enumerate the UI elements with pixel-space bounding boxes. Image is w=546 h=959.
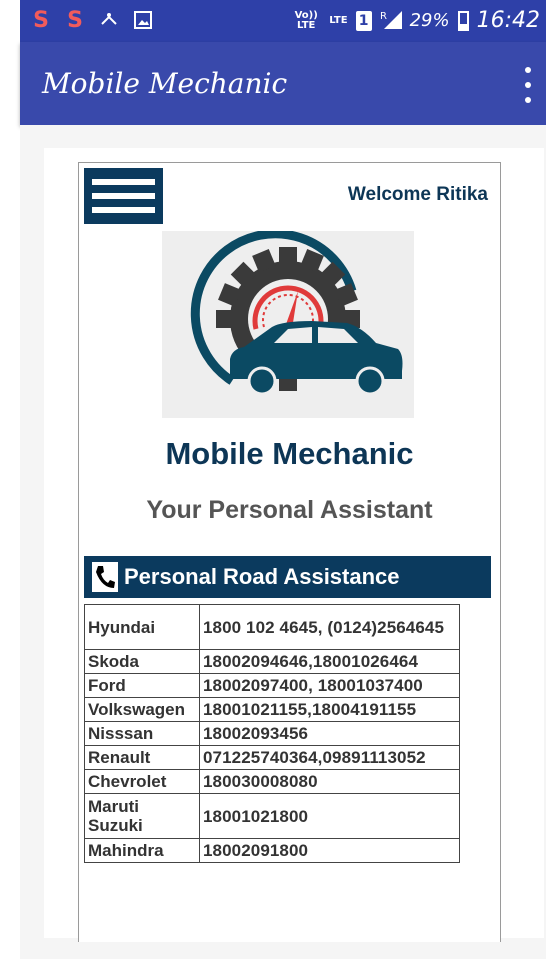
number-cell[interactable]: 071225740364,09891113052 (199, 745, 460, 770)
app-bar: Mobile Mechanic (20, 42, 546, 125)
gear-car-logo (162, 229, 414, 418)
usb-icon (96, 7, 122, 33)
table-row: Ford 18002097400, 18001037400 (84, 673, 460, 698)
number-cell[interactable]: 18002094646,18001026464 (199, 649, 460, 674)
roaming-indicator: R (380, 11, 387, 22)
number-cell[interactable]: 18001021155,18004191155 (199, 697, 460, 722)
table-row: Nisssan 18002093456 (84, 721, 460, 746)
number-cell[interactable]: 18002093456 (199, 721, 460, 746)
table-row: Maruti Suzuki 18001021800 (84, 793, 460, 839)
s-icon: S (67, 7, 83, 33)
brand-cell: Maruti Suzuki (84, 793, 200, 839)
battery-icon (457, 10, 469, 31)
overflow-menu-icon[interactable] (518, 67, 538, 103)
brand-cell: Skoda (84, 649, 200, 674)
brand-cell: Renault (84, 745, 200, 770)
lte-indicator: LTE (329, 14, 348, 26)
brand-cell: Mahindra (84, 838, 200, 863)
brand-cell: Volkswagen (84, 697, 200, 722)
battery-percent: 29% (409, 10, 450, 31)
app-title: Mobile Mechanic (42, 67, 288, 100)
phone-icon (92, 562, 118, 592)
table-row: Chevrolet 180030008080 (84, 769, 460, 794)
brand-cell: Chevrolet (84, 769, 200, 794)
volte-indicator: Vo)) LTE (294, 9, 318, 31)
brand-cell: Hyundai (84, 604, 200, 650)
road-assistance-header: Personal Road Assistance (84, 556, 491, 598)
number-cell[interactable]: 18002097400, 18001037400 (199, 673, 460, 698)
road-assistance-title: Personal Road Assistance (124, 564, 400, 589)
number-cell[interactable]: 18001021800 (199, 793, 460, 839)
clock: 16:42 (476, 8, 540, 33)
number-cell[interactable]: 1800 102 4645, (0124)2564645 (199, 604, 460, 650)
welcome-text: Welcome Ritika (347, 184, 488, 205)
table-row: Hyundai 1800 102 4645, (0124)2564645 (84, 604, 460, 650)
assistance-table: Hyundai 1800 102 4645, (0124)2564645 Sko… (84, 604, 460, 863)
number-cell[interactable]: 180030008080 (199, 769, 460, 794)
sim-indicator: 1 (355, 10, 372, 31)
hamburger-icon[interactable] (84, 168, 163, 224)
table-row: Mahindra 18002091800 (84, 838, 460, 863)
table-row: Volkswagen 18001021155,18004191155 (84, 697, 460, 722)
image-icon (130, 7, 156, 33)
brand-title: Mobile Mechanic (165, 436, 414, 471)
brand-subtitle: Your Personal Assistant (146, 496, 433, 524)
brand-cell: Ford (84, 673, 200, 698)
status-bar: S S Vo)) LTE LTE 1 R 29% 16:42 (20, 0, 546, 42)
table-row: Renault 071225740364,09891113052 (84, 745, 460, 770)
table-row: Skoda 18002094646,18001026464 (84, 649, 460, 674)
brand-cell: Nisssan (84, 721, 200, 746)
number-cell[interactable]: 18002091800 (199, 838, 460, 863)
s-icon: S (33, 7, 49, 33)
signal-icon: R (380, 9, 402, 33)
